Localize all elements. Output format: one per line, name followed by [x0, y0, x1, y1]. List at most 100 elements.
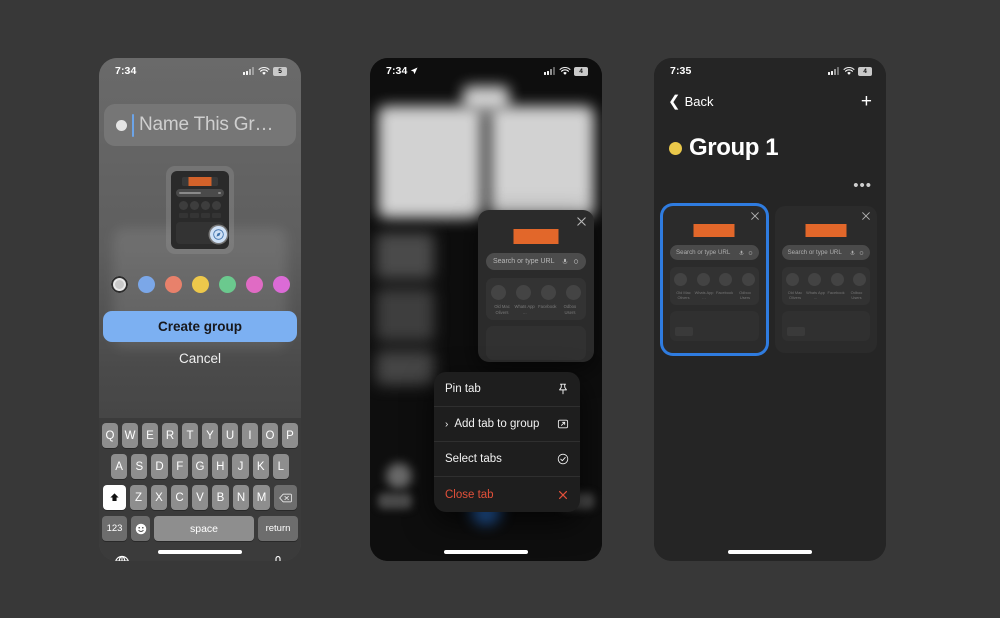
shortcut-label: Old Mac Olivers	[494, 304, 510, 315]
cancel-button[interactable]: Cancel	[99, 351, 301, 366]
blurred-tab-thumbnails	[378, 88, 594, 218]
group-title: Group 1	[669, 134, 779, 162]
close-tab-icon[interactable]	[861, 211, 871, 221]
location-arrow-icon	[411, 67, 418, 75]
phone-screenshot-3: 7:35 4 ❮ Back + Group 1 ••• Search or ty…	[654, 58, 886, 561]
key-t[interactable]: T	[182, 423, 198, 448]
key-i[interactable]: I	[242, 423, 258, 448]
on-screen-keyboard[interactable]: Q W E R T Y U I O P A S D F G H J K L Z …	[99, 418, 301, 561]
microphone-icon[interactable]	[270, 555, 286, 561]
battery-indicator: 4	[858, 66, 872, 76]
site-logo-icon	[684, 224, 745, 237]
numbers-key[interactable]: 123	[102, 516, 127, 541]
key-d[interactable]: D	[151, 454, 168, 479]
lens-icon[interactable]	[859, 250, 864, 256]
checkmark-circle-icon	[557, 453, 569, 465]
menu-item-pin-tab[interactable]: Pin tab	[434, 372, 580, 407]
status-time: 7:35	[670, 65, 692, 77]
swatch-orange[interactable]	[164, 276, 182, 293]
key-h[interactable]: H	[212, 454, 229, 479]
close-tab-icon[interactable]	[576, 216, 587, 227]
key-r[interactable]: R	[162, 423, 178, 448]
shortcut-label: Facebook	[827, 290, 845, 295]
key-g[interactable]: G	[191, 454, 209, 479]
key-w[interactable]: W	[122, 423, 138, 448]
microphone-icon[interactable]	[562, 258, 568, 265]
status-left-3: 7:35	[670, 65, 691, 77]
emoji-key[interactable]	[131, 516, 150, 541]
tab-url-bar[interactable]: Search or type URL	[781, 245, 870, 260]
tab-grid: Search or type URL Old Mac Olivers Whats…	[663, 206, 877, 353]
tab-url-bar[interactable]: Search or type URL	[486, 253, 586, 270]
key-j[interactable]: J	[232, 454, 249, 479]
key-f[interactable]: F	[171, 454, 188, 479]
tab-context-menu[interactable]: Pin tab › Add tab to group Select tabs C…	[434, 372, 580, 512]
swatch-yellow[interactable]	[191, 276, 209, 293]
wifi-icon	[558, 66, 571, 75]
key-x[interactable]: X	[150, 485, 168, 510]
shift-arrow-icon	[110, 493, 119, 501]
menu-item-select-tabs[interactable]: Select tabs	[434, 442, 580, 477]
pin-icon	[559, 383, 567, 395]
thumbnail-shortcut-labels	[175, 213, 225, 218]
shortcut-label: Whats App …	[694, 290, 714, 301]
tab-card-1[interactable]: Search or type URL Old Mac Olivers Whats…	[663, 206, 766, 353]
group-title-label: Group 1	[689, 134, 779, 161]
key-k[interactable]: K	[252, 454, 269, 479]
key-y[interactable]: Y	[202, 423, 218, 448]
key-e[interactable]: E	[142, 423, 158, 448]
microphone-icon[interactable]	[850, 250, 855, 256]
lens-icon[interactable]	[573, 258, 579, 265]
menu-item-close-tab[interactable]: Close tab	[434, 477, 580, 512]
swatch-pink[interactable]	[245, 276, 263, 293]
back-button[interactable]: ❮ Back	[668, 94, 713, 109]
shortcut-label: Odboo Users	[563, 304, 577, 315]
shortcut-tiles: Old Mac Olivers Whats App … Facebook Odb…	[670, 267, 759, 305]
globe-icon[interactable]	[114, 555, 130, 561]
shortcut-icons	[785, 273, 866, 286]
group-more-options-button[interactable]: •••	[853, 178, 872, 193]
group-name-input[interactable]: Name This Gr…	[104, 104, 296, 146]
key-q[interactable]: Q	[102, 423, 118, 448]
swatch-blue[interactable]	[137, 276, 155, 293]
return-key[interactable]: return	[258, 516, 298, 541]
swatch-magenta[interactable]	[272, 276, 290, 293]
tab-preview-thumbnail	[166, 166, 234, 254]
menu-item-label: Pin tab	[445, 383, 481, 395]
shortcut-label: Facebook	[715, 290, 734, 295]
site-logo-icon	[795, 224, 856, 237]
swatch-default[interactable]	[110, 276, 128, 293]
lens-icon[interactable]	[748, 250, 753, 256]
menu-item-add-tab-to-group[interactable]: › Add tab to group	[434, 407, 580, 442]
backspace-key[interactable]	[273, 485, 297, 510]
space-key[interactable]: space	[154, 516, 254, 541]
key-l[interactable]: L	[272, 454, 289, 479]
microphone-icon[interactable]	[738, 250, 744, 256]
wifi-icon	[257, 66, 270, 75]
url-placeholder: Search or type URL	[493, 258, 555, 265]
key-m[interactable]: M	[253, 485, 270, 510]
key-b[interactable]: B	[212, 485, 229, 510]
close-tab-icon[interactable]	[750, 211, 760, 221]
swatch-green[interactable]	[218, 276, 236, 293]
key-v[interactable]: V	[191, 485, 209, 510]
text-caret	[132, 113, 134, 137]
url-placeholder: Search or type URL	[676, 249, 731, 256]
key-o[interactable]: O	[262, 423, 278, 448]
keyboard-row-3: Z X C V B N M	[102, 485, 298, 510]
add-tab-button[interactable]: +	[861, 92, 872, 111]
key-p[interactable]: P	[282, 423, 298, 448]
focused-tab-card[interactable]: Search or type URL Old Mac Olivers Whats…	[478, 210, 594, 362]
tab-card-2[interactable]: Search or type URL Old Mac Olivers Whats…	[774, 206, 877, 353]
key-z[interactable]: Z	[130, 485, 147, 510]
shift-key[interactable]	[103, 485, 127, 510]
key-u[interactable]: U	[222, 423, 238, 448]
tab-url-bar[interactable]: Search or type URL	[670, 245, 759, 260]
chevron-right-icon: ›	[445, 418, 449, 430]
key-a[interactable]: A	[111, 454, 128, 479]
key-c[interactable]: C	[171, 485, 188, 510]
create-group-button[interactable]: Create group	[103, 311, 297, 342]
key-s[interactable]: S	[131, 454, 148, 479]
group-color-swatches[interactable]	[99, 276, 301, 293]
key-n[interactable]: N	[232, 485, 250, 510]
